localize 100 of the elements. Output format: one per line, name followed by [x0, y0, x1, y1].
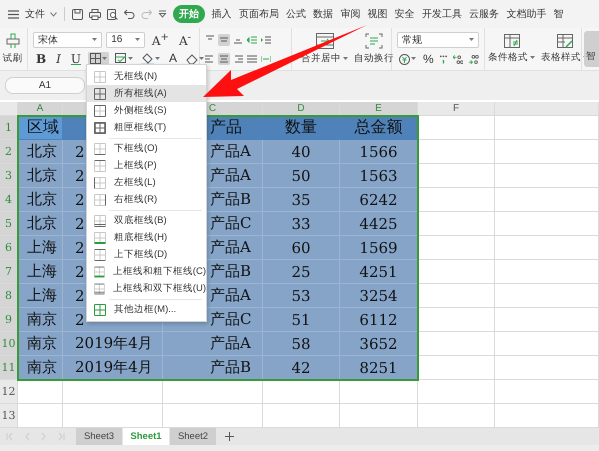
caret-icon[interactable]: [530, 56, 535, 60]
border-style-icon: [94, 232, 106, 244]
font-size-button[interactable]: A$^{-}$: [176, 32, 194, 48]
border-style-icon: [94, 176, 106, 188]
caret-icon[interactable]: [411, 57, 416, 61]
name-box[interactable]: A1: [5, 77, 85, 94]
file-menu[interactable]: 文件: [25, 7, 45, 21]
column-header[interactable]: F: [418, 102, 495, 116]
border-style-icon: [94, 214, 106, 226]
align-center-icon[interactable]: [219, 54, 229, 64]
caret-icon[interactable]: [92, 38, 98, 42]
cell-style-icon[interactable]: [115, 53, 128, 64]
smart-toolbox-button[interactable]: 智: [584, 31, 599, 67]
grid-icon: [90, 53, 102, 64]
conditional-format-icon[interactable]: [504, 34, 520, 48]
table-cell: 南京: [18, 332, 63, 356]
decrease-decimal-icon[interactable]: [468, 54, 479, 64]
table-cell: 50: [263, 164, 340, 188]
ribbon-tab[interactable]: 智: [550, 5, 568, 23]
border-style-icon: [94, 88, 106, 100]
table-cell: 25: [263, 260, 340, 284]
eraser-icon[interactable]: [186, 52, 198, 64]
table-cell: 40: [263, 140, 340, 164]
font-name-field[interactable]: 宋体: [33, 32, 102, 48]
ribbon-tab[interactable]: 安全: [391, 5, 418, 23]
menu-icon[interactable]: [8, 10, 19, 18]
print-icon[interactable]: [89, 8, 101, 20]
font-size-button[interactable]: A$^{+}$: [148, 32, 172, 48]
border-style-icon: [94, 70, 106, 82]
print-preview-icon[interactable]: [107, 8, 118, 20]
indent-decrease-icon[interactable]: [261, 34, 271, 44]
align-left-icon[interactable]: [205, 54, 215, 64]
wrap-text-button[interactable]: 自动换行: [354, 52, 394, 65]
align-right-icon[interactable]: [233, 54, 243, 64]
row-header[interactable]: 12: [0, 380, 18, 404]
caret-icon[interactable]: [128, 56, 134, 60]
caret-icon[interactable]: [199, 56, 204, 60]
menu-item[interactable]: 所有框线(A): [87, 85, 206, 102]
currency-icon[interactable]: [399, 54, 410, 64]
number-format-field[interactable]: 常规: [397, 32, 479, 48]
merge-cells-icon[interactable]: [316, 33, 334, 49]
ribbon-tab[interactable]: 云服务: [466, 5, 503, 23]
border-button[interactable]: [88, 52, 110, 65]
caret-icon[interactable]: [469, 38, 474, 42]
ribbon-tab[interactable]: 数据: [310, 5, 337, 23]
table-cell: 南京: [18, 308, 63, 332]
ribbon-tab[interactable]: 审阅: [336, 5, 364, 23]
increase-decimal-icon[interactable]: [452, 54, 464, 64]
caret-icon[interactable]: [102, 56, 108, 60]
table-cell: 8251: [340, 356, 418, 380]
caret-icon[interactable]: [343, 56, 348, 60]
ribbon-tab[interactable]: 文档助手: [502, 5, 550, 23]
text-style-button[interactable]: I: [53, 52, 64, 66]
table-cell: 53: [263, 284, 340, 308]
font-size-field[interactable]: 16: [106, 32, 145, 48]
table-cell: 4251: [340, 260, 418, 284]
ribbon-tab[interactable]: 插入: [208, 5, 236, 23]
ribbon-tab[interactable]: 公式: [282, 5, 310, 23]
table-cell: 产品B: [163, 356, 263, 380]
table-cell: 南京: [18, 356, 63, 380]
row-header[interactable]: 13: [0, 404, 18, 428]
ribbon-tab[interactable]: 页面布局: [235, 5, 282, 23]
table-cell: 上海: [18, 284, 63, 308]
dropdown-icon[interactable]: [158, 10, 167, 18]
header-cell: 总金额: [340, 116, 418, 140]
sheet-tab[interactable]: Sheet3: [76, 428, 122, 445]
distributed-align-icon[interactable]: [261, 54, 271, 64]
table-cell: 42: [263, 356, 340, 380]
add-sheet-icon[interactable]: [225, 432, 234, 441]
ribbon-tab[interactable]: 开发工具: [418, 5, 466, 23]
chevron-down-icon[interactable]: [50, 12, 57, 16]
format-painter-label[interactable]: 试刷: [2, 52, 22, 65]
sheet-tab[interactable]: Sheet2: [170, 428, 216, 445]
table-style-icon[interactable]: [556, 34, 572, 48]
table-style-button[interactable]: 表格样式: [541, 51, 581, 64]
table-cell: 北京: [18, 212, 63, 236]
text-style-button[interactable]: B: [33, 52, 50, 66]
save-icon[interactable]: [72, 8, 83, 20]
thousands-separator-icon[interactable]: [438, 54, 448, 64]
sheet-tab[interactable]: Sheet1: [123, 428, 169, 445]
caret-icon[interactable]: [134, 38, 140, 42]
border-style-icon: [94, 282, 105, 294]
border-style-icon: [94, 266, 105, 278]
justify-icon[interactable]: [247, 54, 257, 64]
caret-icon[interactable]: [155, 56, 160, 60]
table-cell: 33: [263, 212, 340, 236]
menu-item[interactable]: 无框线(N): [87, 68, 206, 85]
table-cell: 6112: [340, 308, 418, 332]
conditional-format-button[interactable]: 条件格式: [488, 51, 528, 64]
table-cell: 2019年4月: [63, 356, 163, 380]
ribbon-tab[interactable]: 视图: [364, 5, 392, 23]
border-style-icon: [94, 122, 106, 134]
table-cell: 上海: [18, 260, 63, 284]
text-style-button[interactable]: U: [68, 52, 84, 66]
align-middle-icon[interactable]: [219, 34, 229, 44]
indent-increase-icon[interactable]: [247, 34, 257, 44]
paintbrush-icon[interactable]: [6, 33, 20, 49]
undo-icon[interactable]: [124, 9, 135, 19]
percent-button[interactable]: %: [423, 52, 434, 66]
wrap-text-icon[interactable]: [365, 33, 383, 49]
